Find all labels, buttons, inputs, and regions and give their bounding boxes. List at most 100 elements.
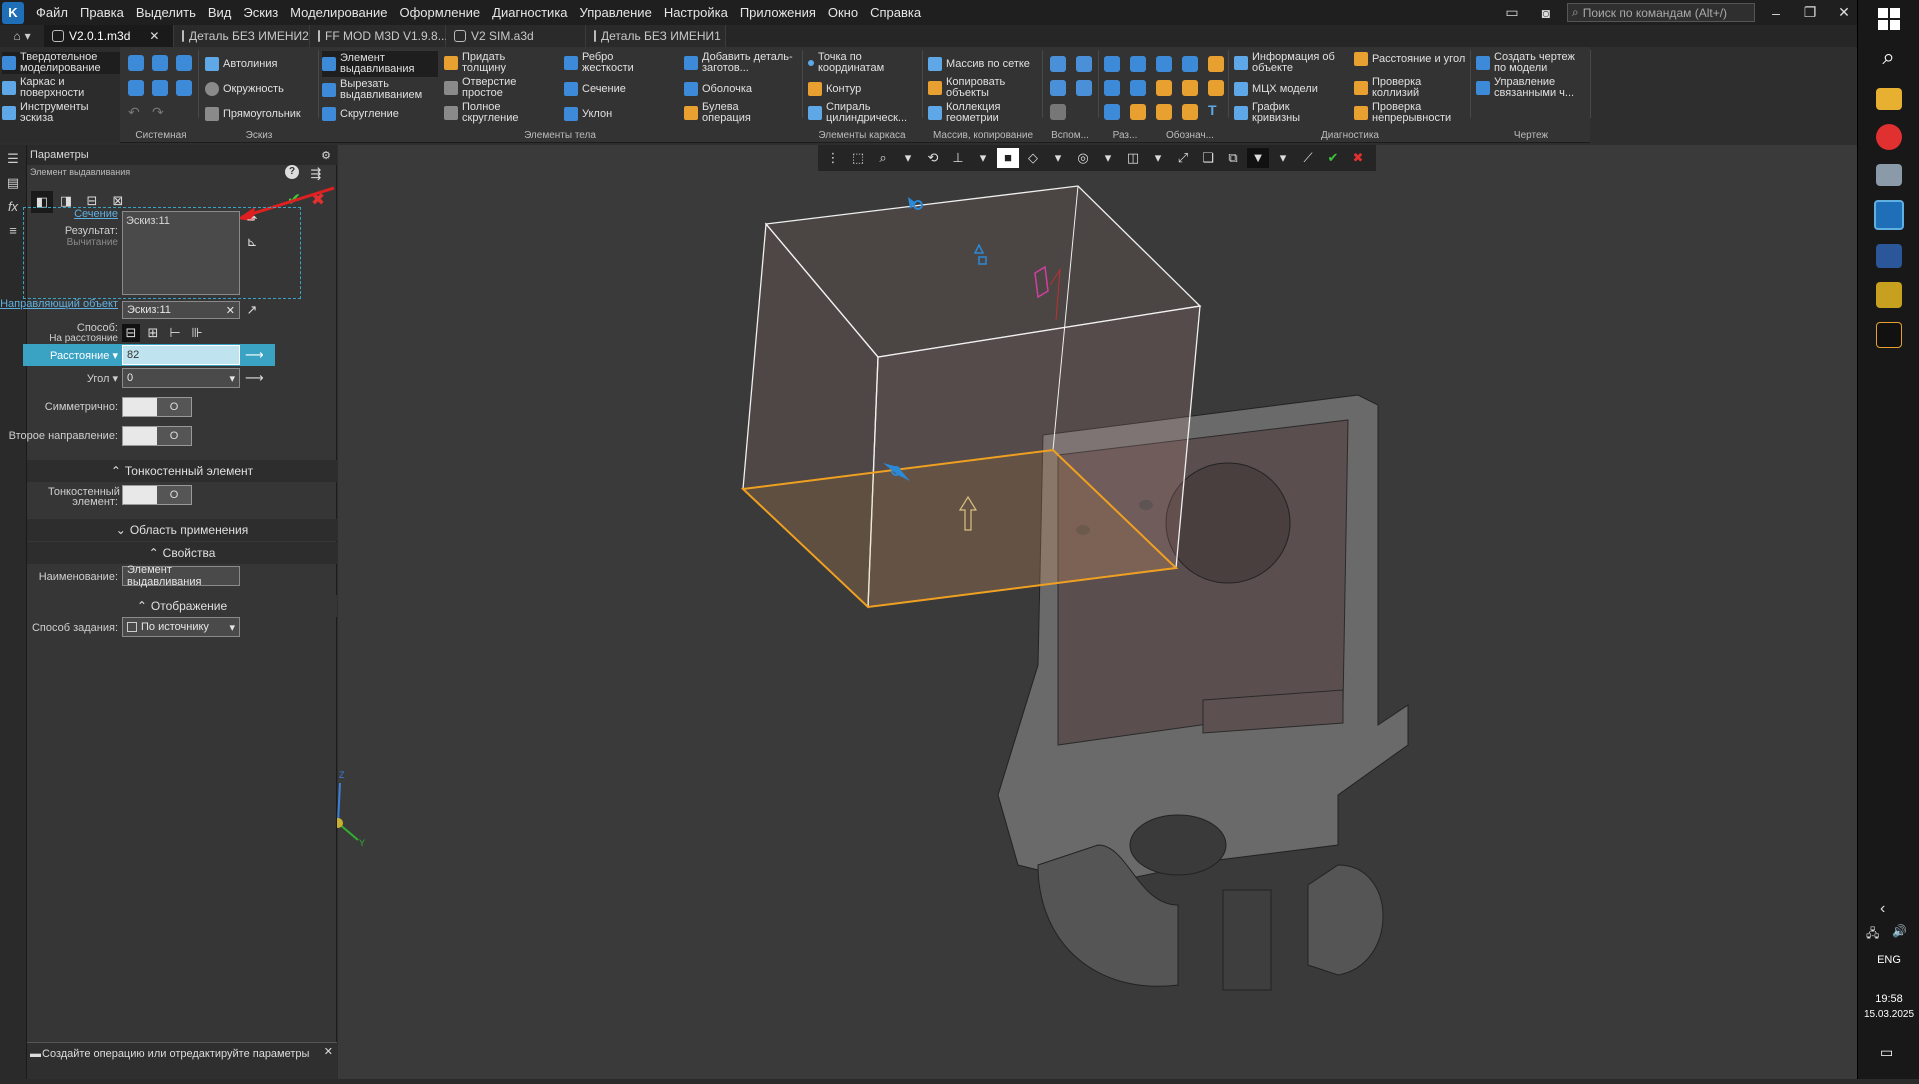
axis-select-icon[interactable]: ⊾ — [243, 233, 261, 251]
mark-thread-icon[interactable] — [1182, 104, 1198, 120]
section-button[interactable]: Сечение — [564, 82, 626, 96]
contour-button[interactable]: Контур — [808, 82, 861, 96]
method-through-icon[interactable]: ⊞ — [144, 324, 162, 342]
aux-lcs-icon[interactable] — [1076, 80, 1092, 96]
copy-objects-button[interactable]: Копировать объекты — [928, 77, 1038, 99]
circle-button[interactable]: Окружность — [205, 82, 284, 96]
orient-icon[interactable]: ⊥ — [947, 148, 969, 168]
dimension-auto-icon[interactable] — [1104, 104, 1120, 120]
apply-section-header[interactable]: ⌄ Область применения — [27, 519, 337, 541]
menu-diagnostics[interactable]: Диагностика — [486, 5, 573, 20]
angle-arrow-icon[interactable]: ⟶ — [245, 369, 264, 387]
wireframe-icon[interactable]: ◇ — [1022, 148, 1044, 168]
app-logo-icon[interactable]: K — [2, 1, 24, 24]
visibility-icon[interactable]: ◎ — [1072, 148, 1094, 168]
menu-window[interactable]: Окно — [822, 5, 864, 20]
hole-button[interactable]: Отверстие простое — [444, 77, 554, 99]
chevron-down-icon[interactable]: ▾ — [1097, 148, 1119, 168]
aux-axis-icon[interactable] — [1076, 56, 1092, 72]
open-file-icon[interactable] — [152, 55, 168, 71]
start-icon[interactable] — [1877, 8, 1900, 30]
menu-modeling[interactable]: Моделирование — [284, 5, 393, 20]
section-list[interactable]: Эскиз:11 — [122, 211, 240, 295]
close-window-button[interactable]: ✕ — [1831, 4, 1857, 21]
home-tab[interactable]: ⌂ ▾ — [0, 25, 44, 47]
zoom-icon[interactable]: ⌕ — [872, 148, 894, 168]
thin-toggle[interactable]: O — [122, 485, 192, 505]
clock-time[interactable]: 19:58 — [1858, 993, 1919, 1005]
cut-extrude-button[interactable]: Вырезать выдавливанием — [322, 79, 438, 101]
distance-input[interactable]: 82 — [122, 345, 240, 365]
display-section-header[interactable]: ⌃ Отображение — [27, 595, 337, 617]
cancel-icon[interactable]: ✖ — [1347, 148, 1369, 168]
shaded-view-icon[interactable]: ■ — [997, 148, 1019, 168]
properties-icon[interactable] — [152, 80, 168, 96]
tab-part-2[interactable]: Деталь БЕЗ ИМЕНИ2 — [174, 25, 310, 47]
redo-icon[interactable]: ↷ — [152, 104, 164, 121]
chevron-down-icon[interactable]: ▾ — [229, 621, 235, 634]
dimension-linear-icon[interactable] — [1104, 56, 1120, 72]
collision-button[interactable]: Проверка коллизий — [1354, 77, 1466, 99]
mode-sketch-tools[interactable]: Инструменты эскиза — [2, 102, 120, 124]
grid-array-button[interactable]: Массив по сетке — [928, 57, 1030, 71]
angle-label[interactable]: Угол ▾ — [87, 372, 118, 385]
chevron-down-icon[interactable]: ▾ — [1047, 148, 1069, 168]
dimension-angle-icon[interactable] — [1104, 80, 1120, 96]
language-indicator[interactable]: ENG — [1858, 954, 1919, 966]
name-input[interactable]: Элемент выдавливания — [122, 564, 240, 588]
geometry-collection-button[interactable]: Коллекция геометрии — [928, 102, 1038, 124]
distance-label[interactable]: Расстояние ▾ — [50, 349, 118, 362]
props-section-header[interactable]: ⌃ Свойства — [27, 542, 337, 564]
chevron-down-icon[interactable]: ▾ — [1272, 148, 1294, 168]
mass-props-button[interactable]: МЦХ модели — [1234, 82, 1318, 96]
curvature-button[interactable]: График кривизны — [1234, 102, 1352, 124]
close-hint-icon[interactable]: ✕ — [324, 1045, 333, 1059]
filter-icon[interactable]: ▼ — [1247, 148, 1269, 168]
confirm-icon[interactable]: ✔ — [1322, 148, 1344, 168]
clear-icon[interactable]: ✕ — [226, 304, 235, 317]
menu-settings[interactable]: Настройка — [658, 5, 734, 20]
menu-design[interactable]: Оформление — [393, 5, 486, 20]
chevron-down-icon[interactable]: ▾ — [229, 372, 235, 385]
mark-welding-icon[interactable] — [1208, 80, 1224, 96]
chevron-left-icon[interactable]: ‹ — [1880, 900, 1885, 918]
spiral-button[interactable]: Спираль цилиндрическ... — [808, 102, 920, 124]
menu-edit[interactable]: Правка — [74, 5, 130, 20]
thin-section-header[interactable]: ⌃ Тонкостенный элемент — [27, 460, 337, 482]
clock-date[interactable]: 15.03.2025 — [1858, 1009, 1919, 1020]
extrude-button[interactable]: Элемент выдавливания — [322, 51, 438, 77]
variables-icon[interactable]: fx — [4, 199, 22, 217]
aux-line-icon[interactable] — [1050, 104, 1066, 120]
autoline-button[interactable]: Автолиния — [205, 57, 277, 71]
shell-button[interactable]: Оболочка — [684, 82, 752, 96]
photos-icon[interactable] — [1875, 164, 1902, 186]
section-link[interactable]: Сечение — [74, 208, 118, 220]
method-to-vertex-icon[interactable]: ⊢ — [166, 324, 184, 342]
method-distance-icon[interactable]: ⊟ — [122, 324, 140, 342]
second-direction-toggle[interactable]: O — [122, 426, 192, 446]
settings-gear-icon[interactable]: ⚙ — [321, 149, 331, 162]
tab-ff-mod[interactable]: FF MOD M3D V1.9.8.... — [310, 25, 451, 47]
fillet-button[interactable]: Скругление — [322, 107, 399, 121]
chevron-down-icon[interactable]: ▾ — [972, 148, 994, 168]
close-tab-icon[interactable]: ✕ — [149, 29, 159, 43]
direction-link[interactable]: Направляющий объект — [0, 299, 118, 310]
symmetric-toggle[interactable]: O — [122, 397, 192, 417]
full-fillet-button[interactable]: Полное скругление — [444, 102, 554, 124]
menu-apps[interactable]: Приложения — [734, 5, 822, 20]
command-search-input[interactable]: ⌕ Поиск по командам (Alt+/) — [1567, 3, 1755, 22]
mode-surfaces[interactable]: Каркас и поверхности — [2, 77, 120, 99]
draft-button[interactable]: Уклон — [564, 107, 612, 121]
panel-toggle-icon[interactable]: ▭ — [1499, 4, 1525, 21]
copy-view-icon[interactable]: ❏ — [1197, 148, 1219, 168]
new-file-icon[interactable] — [128, 55, 144, 71]
rotate-icon[interactable]: ⟲ — [922, 148, 944, 168]
mode-select[interactable]: По источнику ▾ — [122, 617, 240, 637]
chevron-down-icon[interactable]: ▾ — [1147, 148, 1169, 168]
manage-drawings-button[interactable]: Управление связанными ч... — [1476, 77, 1588, 99]
yandex-browser-icon[interactable] — [1875, 124, 1902, 150]
layout-icon[interactable]: ⧉ — [1222, 148, 1244, 168]
point-coords-button[interactable]: Точка по координатам — [808, 52, 920, 74]
notifications-icon[interactable]: ▭ — [1880, 1044, 1893, 1061]
layers-icon[interactable]: ≡ — [4, 223, 22, 241]
